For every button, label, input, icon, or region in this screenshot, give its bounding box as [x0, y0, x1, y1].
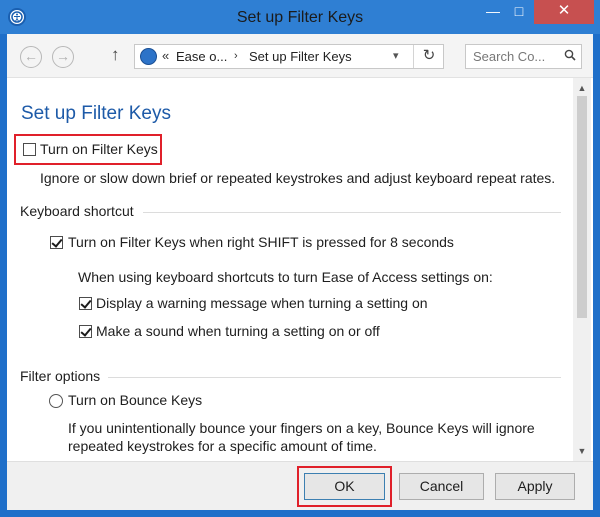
- settings-content: Set up Filter Keys Turn on Filter Keys I…: [7, 78, 573, 461]
- warning-message-checkbox[interactable]: [79, 297, 92, 310]
- sound-checkbox[interactable]: [79, 325, 92, 338]
- filter-keys-description: Ignore or slow down brief or repeated ke…: [40, 170, 556, 186]
- apply-button[interactable]: Apply: [495, 473, 575, 500]
- search-icon[interactable]: [564, 48, 576, 64]
- window-client: ← → ↑ « Ease o... › Set up Filter Keys ▾…: [7, 34, 593, 510]
- warning-message-label[interactable]: Display a warning message when turning a…: [96, 295, 428, 311]
- button-bar: OK Cancel Apply: [7, 461, 593, 510]
- navigation-bar: ← → ↑ « Ease o... › Set up Filter Keys ▾…: [7, 34, 593, 78]
- breadcrumb-ease-of-access[interactable]: Ease o...: [176, 49, 227, 64]
- address-bar[interactable]: « Ease o... › Set up Filter Keys ▾ ↻: [134, 44, 444, 69]
- forward-arrow-icon: →: [56, 48, 70, 64]
- scroll-up-icon[interactable]: ▲: [573, 80, 591, 96]
- section-divider: [108, 377, 561, 378]
- cancel-button[interactable]: Cancel: [399, 473, 484, 500]
- close-button[interactable]: ✕: [534, 0, 594, 24]
- scrollbar-thumb[interactable]: [577, 96, 587, 318]
- breadcrumb-overflow-icon[interactable]: «: [162, 48, 169, 63]
- filter-keys-checkbox[interactable]: [23, 143, 36, 156]
- back-arrow-icon: ←: [24, 48, 38, 64]
- breadcrumb-separator-icon[interactable]: ›: [234, 50, 238, 62]
- control-panel-icon: [140, 48, 157, 65]
- back-button[interactable]: ←: [20, 46, 42, 68]
- scroll-down-icon[interactable]: ▼: [573, 443, 591, 459]
- page-title: Set up Filter Keys: [21, 103, 171, 124]
- filter-options-heading: Filter options: [20, 368, 101, 384]
- bounce-keys-description: repeated keystrokes for a specific amoun…: [68, 438, 377, 454]
- refresh-icon: ↻: [422, 47, 436, 64]
- shortcut-subheading: When using keyboard shortcuts to turn Ea…: [78, 269, 493, 285]
- breadcrumb-set-up-filter-keys[interactable]: Set up Filter Keys: [249, 49, 352, 64]
- minimize-button[interactable]: —: [480, 0, 506, 24]
- filter-keys-label[interactable]: Turn on Filter Keys: [40, 141, 158, 157]
- sound-label[interactable]: Make a sound when turning a setting on o…: [96, 323, 380, 339]
- title-bar: Set up Filter Keys — □ ✕: [0, 0, 600, 34]
- up-arrow-icon: ↑: [111, 45, 120, 64]
- bounce-keys-description: If you unintentionally bounce your finge…: [68, 420, 535, 436]
- forward-button[interactable]: →: [52, 46, 74, 68]
- shortcut-label[interactable]: Turn on Filter Keys when right SHIFT is …: [68, 234, 454, 250]
- refresh-button[interactable]: ↻: [413, 45, 444, 68]
- vertical-scrollbar[interactable]: ▲ ▼: [573, 78, 591, 461]
- address-dropdown-icon[interactable]: ▾: [393, 49, 399, 62]
- shortcut-checkbox[interactable]: [50, 236, 63, 249]
- bounce-keys-radio[interactable]: [49, 394, 63, 408]
- maximize-button[interactable]: □: [506, 0, 532, 24]
- ok-button[interactable]: OK: [304, 473, 385, 500]
- search-input[interactable]: Search Co...: [465, 44, 582, 69]
- keyboard-shortcut-heading: Keyboard shortcut: [20, 203, 134, 219]
- bounce-keys-label[interactable]: Turn on Bounce Keys: [68, 392, 202, 408]
- section-divider: [143, 212, 561, 213]
- up-button[interactable]: ↑: [111, 45, 120, 65]
- search-placeholder: Search Co...: [473, 49, 546, 64]
